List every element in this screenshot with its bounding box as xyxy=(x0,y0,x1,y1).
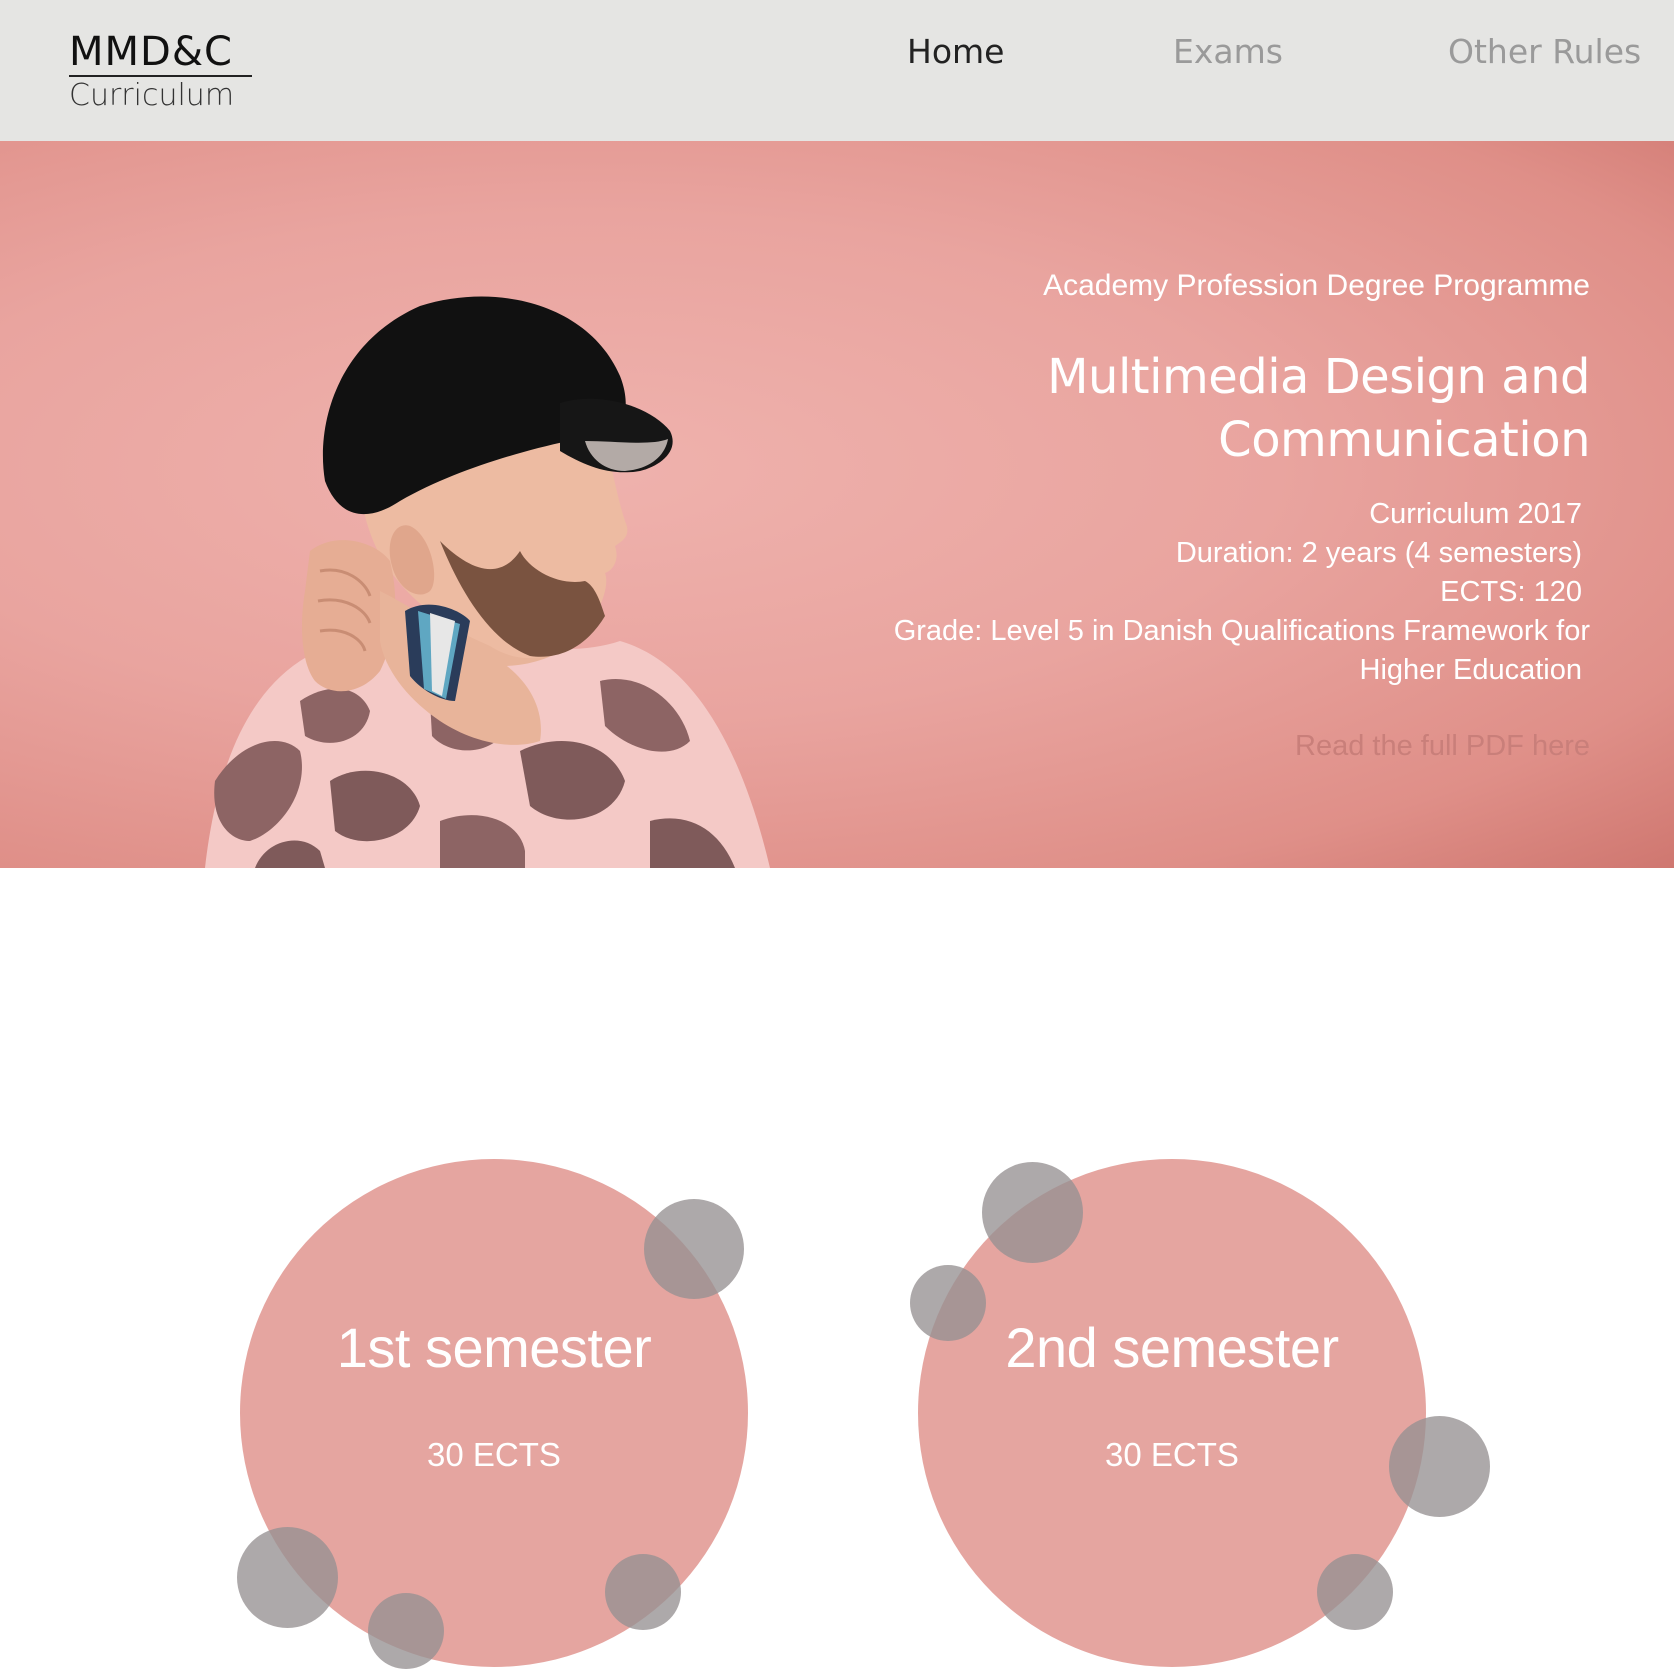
decorative-bubble xyxy=(1389,1416,1490,1517)
decorative-bubble xyxy=(1317,1554,1393,1630)
decorative-bubble xyxy=(910,1265,986,1341)
semester-ects: 30 ECTS xyxy=(1105,1436,1239,1473)
decorative-bubble xyxy=(368,1593,444,1669)
nav-home-link[interactable]: Home xyxy=(907,30,1004,74)
programme-type: Academy Profession Degree Programme xyxy=(1043,269,1590,302)
programme-duration: Duration: 2 years (4 semesters) xyxy=(1175,537,1582,569)
programme-title-line-2: Communication xyxy=(1218,412,1590,468)
programme-ects: ECTS: 120 xyxy=(1440,576,1582,608)
programme-grade-line-2: Higher Education xyxy=(1359,654,1582,686)
site-logo[interactable]: MMD&C Curriculum xyxy=(69,30,252,113)
programme-details: Curriculum 2017 Duration: 2 years (4 sem… xyxy=(690,495,1590,690)
decorative-bubble xyxy=(605,1554,681,1630)
programme-title-line-1: Multimedia Design and xyxy=(1047,349,1590,405)
hero-text-block: Academy Profession Degree Programme Mult… xyxy=(690,266,1591,766)
programme-grade-line-1: Grade: Level 5 in Danish Qualifications … xyxy=(893,615,1590,647)
semester-ects: 30 ECTS xyxy=(427,1436,561,1473)
logo-divider xyxy=(69,75,252,77)
logo-subtitle: Curriculum xyxy=(69,78,235,113)
decorative-bubble xyxy=(237,1527,338,1628)
semester-title: 1st semester xyxy=(336,1316,652,1379)
decorative-bubble xyxy=(982,1162,1083,1263)
site-header: MMD&C Curriculum Home Exams Other Rules xyxy=(0,0,1674,141)
read-pdf-link[interactable]: Read the full PDF here xyxy=(1295,727,1590,766)
hero-banner: Academy Profession Degree Programme Mult… xyxy=(0,141,1674,868)
logo-title: MMD&C xyxy=(69,29,233,75)
nav-other-rules-link[interactable]: Other Rules xyxy=(1448,30,1641,74)
curriculum-year: Curriculum 2017 xyxy=(1369,498,1582,530)
semester-title: 2nd semester xyxy=(1005,1316,1339,1379)
decorative-bubble xyxy=(644,1199,744,1299)
programme-title: Multimedia Design and Communication xyxy=(690,346,1590,472)
nav-exams-link[interactable]: Exams xyxy=(1173,30,1283,74)
